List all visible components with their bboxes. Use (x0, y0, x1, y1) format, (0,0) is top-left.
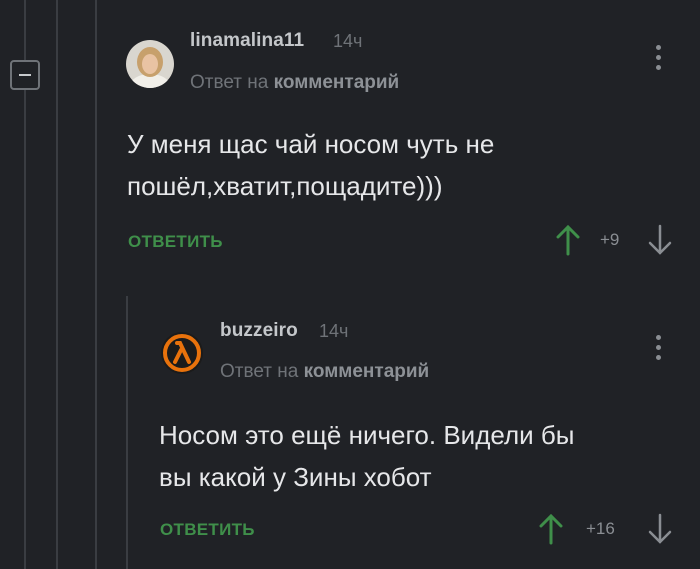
avatar[interactable] (160, 331, 204, 375)
timestamp: 14ч (333, 31, 363, 51)
vote-score: +16 (586, 519, 615, 538)
reply-to-prefix: Ответ на (220, 361, 299, 382)
comment-text-line: пошёл,хватит,пощадите))) (127, 171, 443, 201)
avatar[interactable] (126, 40, 174, 88)
more-options-button[interactable] (656, 45, 662, 70)
arrow-up-icon[interactable] (556, 224, 580, 261)
reply-to-link[interactable]: комментарий (304, 361, 430, 382)
arrow-up-icon[interactable] (539, 513, 563, 550)
reply-button[interactable]: ОТВЕТИТЬ (160, 520, 255, 540)
thread-line (126, 296, 128, 569)
thread-line (56, 0, 58, 569)
timestamp: 14ч (319, 321, 349, 341)
comment-text: Носом это ещё ничего. Видели бы вы какой… (159, 414, 574, 498)
comment-text-line: У меня щас чай носом чуть не (127, 129, 495, 159)
comment-text: У меня щас чай носом чуть не пошёл,хвати… (127, 123, 494, 207)
username[interactable]: buzzeiro (220, 320, 298, 342)
collapse-thread-button[interactable] (10, 60, 40, 90)
username[interactable]: linamalina11 (190, 30, 304, 52)
comment-text-line: Носом это ещё ничего. Видели бы (159, 420, 575, 450)
arrow-down-icon[interactable] (648, 224, 672, 261)
vote-score: +9 (600, 230, 620, 249)
reply-to-link[interactable]: комментарий (274, 72, 400, 93)
reply-to-line[interactable]: Ответ на комментарий (220, 361, 429, 383)
comment-text-line: вы какой у Зины хобот (159, 462, 432, 492)
minus-icon (19, 74, 31, 76)
lambda-logo-icon (161, 332, 203, 374)
reply-button[interactable]: ОТВЕТИТЬ (128, 232, 223, 252)
arrow-down-icon[interactable] (648, 513, 672, 550)
reply-to-line[interactable]: Ответ на комментарий (190, 72, 399, 94)
thread-line (95, 0, 97, 569)
reply-to-prefix: Ответ на (190, 72, 269, 93)
more-options-button[interactable] (656, 335, 662, 360)
